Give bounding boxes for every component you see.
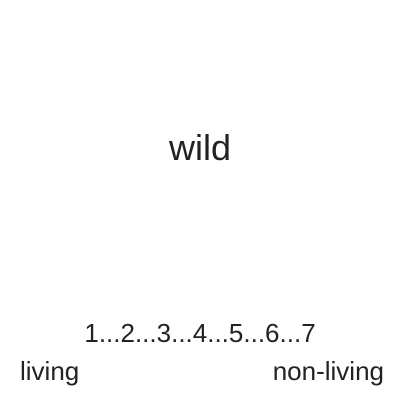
stimulus-word: wild: [168, 127, 231, 168]
scale-option-1[interactable]: 1: [84, 318, 98, 348]
scale-left-anchor: living: [20, 356, 80, 386]
scale-option-6[interactable]: 6: [265, 318, 279, 348]
scale-option-4[interactable]: 4: [193, 318, 207, 348]
scale-separator: ...: [98, 318, 121, 348]
scale-separator: ...: [171, 318, 193, 348]
scale-separator: ...: [279, 318, 302, 348]
scale-option-7[interactable]: 7: [301, 318, 315, 348]
scale-option-5[interactable]: 5: [229, 318, 243, 348]
scale-option-2[interactable]: 2: [120, 318, 134, 348]
scale-option-3[interactable]: 3: [157, 318, 171, 348]
scale-right-anchor: non-living: [272, 356, 384, 386]
scale-separator: ...: [207, 318, 229, 348]
scale-separator: ...: [134, 318, 157, 348]
rating-scale: 1 ... 2 ... 3 ... 4 ... 5 ... 6 ... 7: [0, 318, 400, 348]
scale-separator: ...: [243, 318, 266, 348]
